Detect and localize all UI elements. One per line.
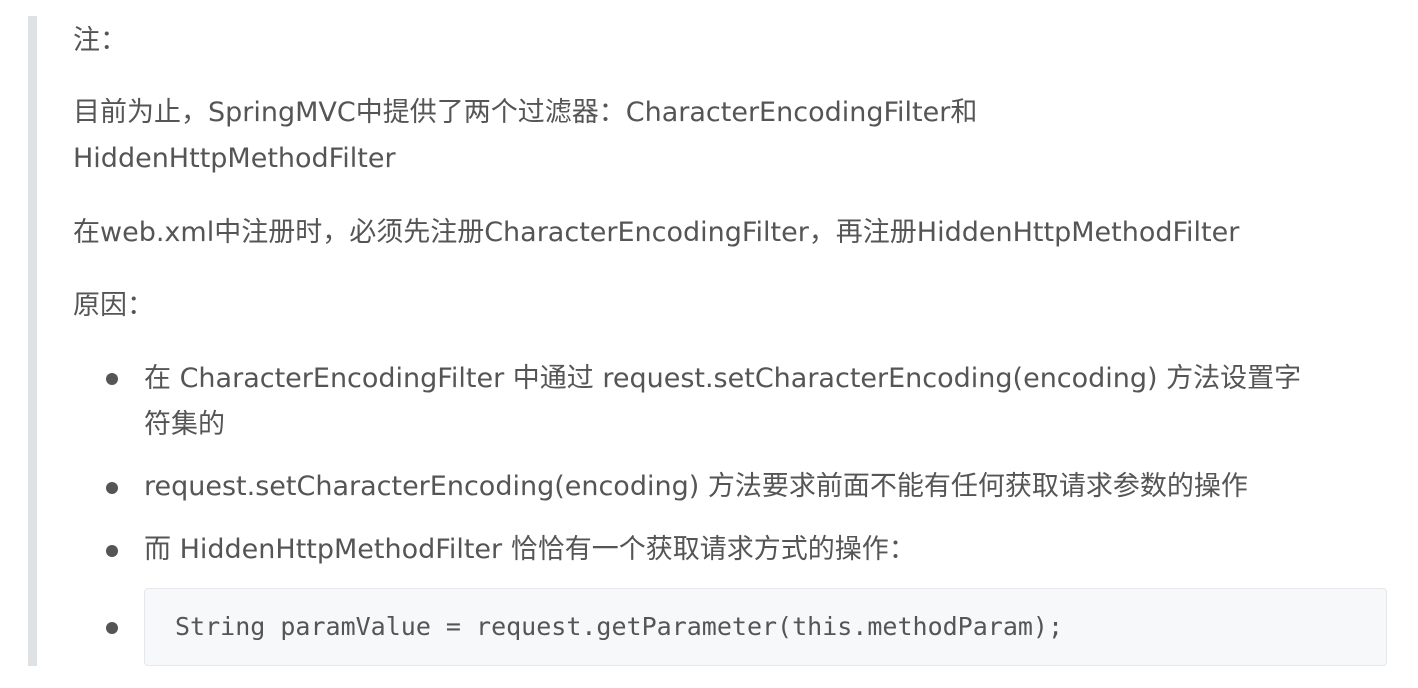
code-line: String paramValue = request.getParameter… (175, 612, 1064, 641)
reason-label: 原因： (73, 290, 154, 321)
bullet-icon (106, 482, 118, 494)
list-item-1-line1: 在 CharacterEncodingFilter 中通过 request.se… (144, 363, 1302, 394)
list-item-1-line2: 符集的 (144, 409, 225, 440)
paragraph-filters-line2: HiddenHttpMethodFilter (73, 143, 396, 174)
list-item-3: 而 HiddenHttpMethodFilter 恰恰有一个获取请求方式的操作： (144, 534, 916, 565)
note-label: 注： (73, 25, 127, 56)
list-item-2: request.setCharacterEncoding(encoding) 方… (144, 471, 1248, 502)
paragraph-registration-order: 在web.xml中注册时，必须先注册CharacterEncodingFilte… (73, 217, 1240, 248)
code-block: String paramValue = request.getParameter… (144, 588, 1387, 666)
bullet-icon (106, 373, 118, 385)
paragraph-filters-line1: 目前为止，SpringMVC中提供了两个过滤器：CharacterEncodin… (73, 97, 978, 128)
bullet-icon (106, 622, 118, 634)
bullet-icon (106, 545, 118, 557)
